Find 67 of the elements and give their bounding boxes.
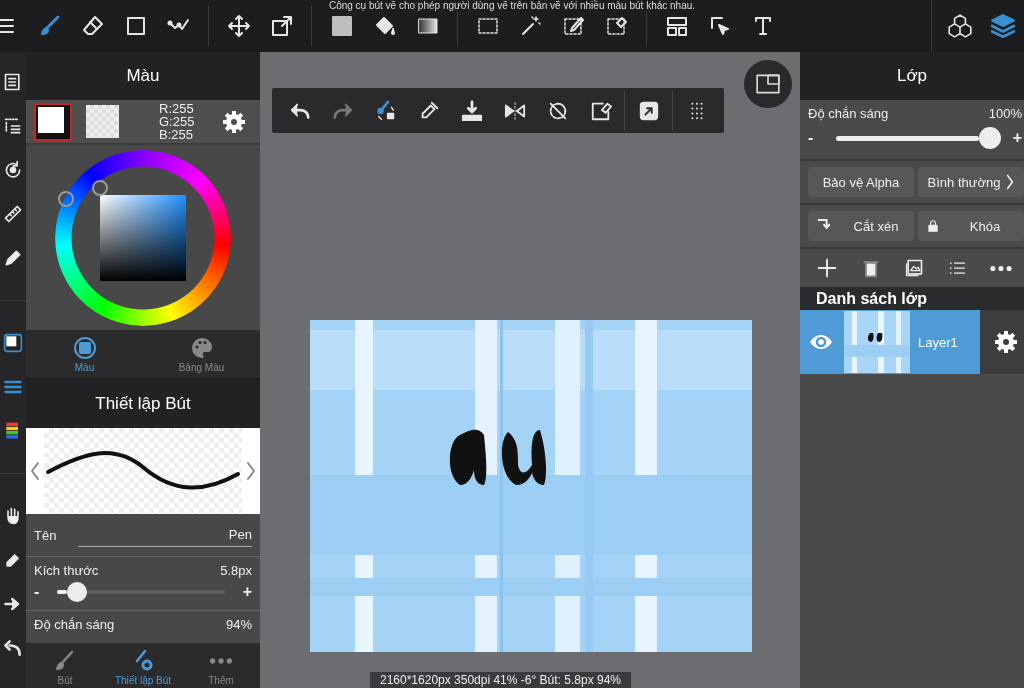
- rgb-value: B:255: [159, 128, 194, 141]
- primary-color-swatch[interactable]: [34, 102, 72, 141]
- field-label: Tên: [34, 527, 57, 543]
- flip-icon[interactable]: [503, 99, 526, 122]
- add-icon[interactable]: [815, 257, 838, 279]
- rgb-value: R:255: [159, 102, 195, 115]
- share-icon[interactable]: [637, 99, 660, 122]
- rotate-icon[interactable]: [3, 160, 23, 180]
- cubes-icon[interactable]: [946, 13, 973, 39]
- value-text: 100%: [988, 106, 1022, 121]
- resize-icon[interactable]: [269, 14, 294, 38]
- plus-button[interactable]: +: [1012, 129, 1022, 147]
- selection-pen-icon[interactable]: [561, 14, 586, 38]
- plus-button[interactable]: +: [242, 583, 252, 601]
- panel-tab[interactable]: Bút: [26, 646, 104, 688]
- undo-icon[interactable]: [3, 638, 23, 658]
- panel-title: Lớp: [800, 52, 1024, 100]
- section-title: Danh sách lớp: [800, 287, 1024, 310]
- panel-title: Thiết lập Bút: [26, 380, 260, 428]
- palette-icon: [189, 335, 214, 360]
- brush-name-field[interactable]: Pen: [78, 523, 252, 547]
- more-icon: [209, 657, 233, 664]
- chevron-right-icon[interactable]: [246, 461, 256, 481]
- lock-icon: [926, 219, 940, 233]
- panel-title: Màu: [26, 52, 260, 100]
- download-icon[interactable]: [460, 99, 483, 122]
- panel-tab[interactable]: Bảng Màu: [143, 330, 260, 378]
- more-icon[interactable]: [990, 264, 1013, 272]
- dashed-list-icon[interactable]: [3, 116, 23, 136]
- fill-icon[interactable]: [329, 14, 354, 38]
- move-icon[interactable]: [226, 14, 251, 38]
- pen-icon[interactable]: [3, 248, 23, 268]
- value-text: 5.8px: [220, 563, 252, 578]
- selection-eraser-icon[interactable]: [604, 14, 629, 38]
- view-toggle-button[interactable]: [744, 60, 792, 108]
- chevron-left-icon[interactable]: [30, 461, 40, 481]
- field-label: Độ chắn sáng: [34, 617, 115, 634]
- rgb-value: G:255: [159, 115, 195, 128]
- minus-button[interactable]: -: [808, 129, 814, 147]
- layer-option-button[interactable]: Bình thường: [918, 167, 1024, 197]
- field-label: Kích thước: [34, 563, 99, 578]
- layer-option-button[interactable]: Bảo vệ Alpha: [808, 167, 914, 197]
- value-text: 94%: [225, 617, 252, 634]
- slider-thumb[interactable]: [67, 582, 88, 602]
- document-list-icon[interactable]: [3, 72, 23, 92]
- layer-option-button[interactable]: Cắt xén: [808, 211, 914, 241]
- color-swatch-icon[interactable]: [3, 333, 23, 353]
- layers-icon[interactable]: [989, 13, 1016, 39]
- slider-fill: [57, 590, 68, 594]
- eraser-icon[interactable]: [80, 14, 105, 38]
- image-icon[interactable]: [903, 258, 924, 278]
- status-bar: 2160*1620px 350dpi 41% -6° Bút: 5.8px 94%: [370, 672, 631, 688]
- settings-icon[interactable]: [222, 109, 246, 134]
- secondary-color-swatch[interactable]: [86, 105, 119, 138]
- layer-option-button[interactable]: Khóa: [918, 211, 1024, 241]
- panel-tab[interactable]: Thiết lập Bút: [104, 646, 182, 688]
- panel-tab[interactable]: Màu: [26, 330, 143, 378]
- ruler-icon[interactable]: [3, 204, 23, 224]
- panel-tab[interactable]: Thêm: [182, 646, 260, 688]
- tooltip-text: Công cụ bút vẽ cho phép người dùng vẽ trên bản vẽ với nhiều màu bút khác nhau.: [328, 0, 696, 11]
- field-label: Độ chắn sáng: [808, 106, 889, 121]
- color-circle-icon: [72, 335, 97, 360]
- minus-button[interactable]: -: [34, 583, 40, 601]
- panel-layout-icon[interactable]: [664, 14, 689, 38]
- slider-thumb[interactable]: [978, 127, 1001, 149]
- brush-swap-icon[interactable]: [374, 99, 397, 122]
- chevron-right-icon: [1006, 174, 1015, 190]
